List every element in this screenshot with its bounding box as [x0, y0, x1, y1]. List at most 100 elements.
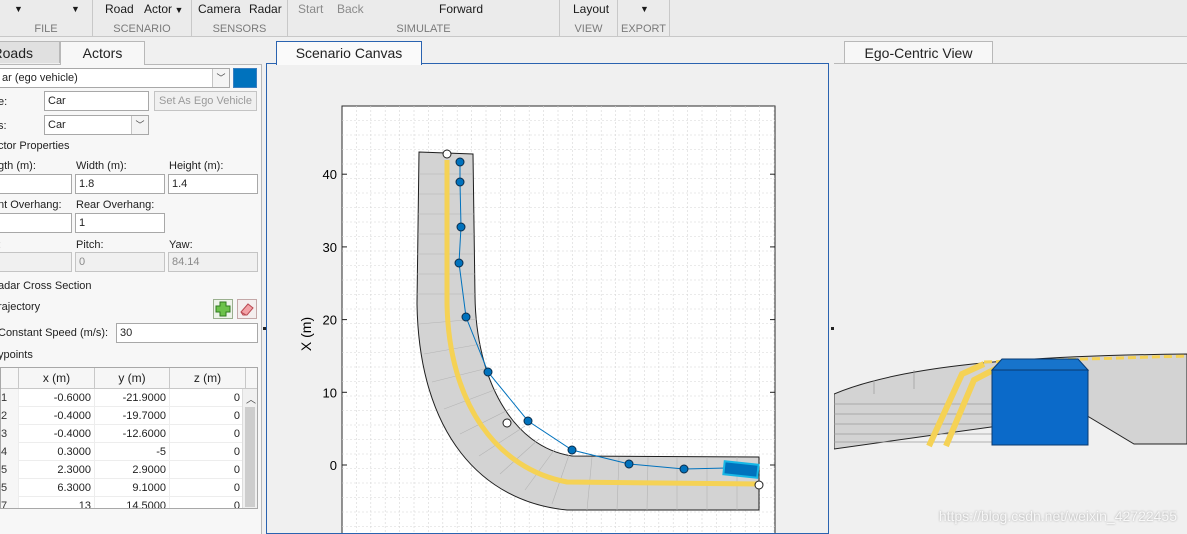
eraser-icon[interactable]: [237, 299, 257, 319]
y-cell[interactable]: -19.7000: [95, 407, 170, 425]
z-cell[interactable]: 0: [170, 497, 244, 508]
scrollbar-thumb[interactable]: [245, 407, 255, 507]
name-field[interactable]: Car: [44, 91, 149, 111]
z-cell[interactable]: 0: [170, 407, 244, 425]
table-row[interactable]: 1 -0.6000 -21.9000 0: [1, 389, 244, 407]
ego-view-scene[interactable]: [833, 64, 1187, 534]
waypoint-marker[interactable]: [567, 445, 577, 455]
file-section: ▼ ▼ FILE: [0, 0, 93, 37]
table-row[interactable]: 7 13 14.5000 0: [1, 497, 244, 508]
start-button[interactable]: Start: [298, 2, 323, 16]
ego-centric-view-panel: Ego-Centric View: [833, 37, 1187, 534]
z-cell[interactable]: 0: [170, 443, 244, 461]
add-waypoint-icon[interactable]: [213, 299, 233, 319]
add-road-button[interactable]: Road: [105, 2, 134, 16]
x-cell[interactable]: 6.3000: [19, 479, 95, 497]
x-column-header[interactable]: x (m): [19, 368, 95, 389]
actor-color-swatch[interactable]: [233, 68, 257, 88]
layout-button[interactable]: Layout: [573, 2, 609, 16]
tab-scenario-canvas[interactable]: Scenario Canvas: [276, 41, 422, 65]
constant-speed-field[interactable]: 30: [116, 323, 258, 343]
y-column-header[interactable]: y (m): [95, 368, 170, 389]
x-cell[interactable]: -0.4000: [19, 425, 95, 443]
y-tick-label: 20: [323, 313, 337, 328]
set-as-ego-vehicle-button[interactable]: Set As Ego Vehicle: [154, 91, 257, 111]
export-dropdown-caret-icon[interactable]: ▼: [640, 4, 649, 14]
add-actor-label: Actor: [144, 2, 173, 16]
table-row[interactable]: 5 2.3000 2.9000 0: [1, 461, 244, 479]
z-cell[interactable]: 0: [170, 479, 244, 497]
ego-vehicle-3d[interactable]: [991, 369, 1089, 446]
table-row[interactable]: 3 -0.4000 -12.6000 0: [1, 425, 244, 443]
waypoint-marker[interactable]: [455, 157, 465, 167]
waypoint-marker[interactable]: [461, 312, 471, 322]
table-row[interactable]: 2 -0.4000 -19.7000 0: [1, 407, 244, 425]
rear-overhang-label: Rear Overhang:: [76, 199, 155, 211]
waypoints-table[interactable]: x (m) y (m) z (m) 1 -0.6000 -21.9000 0 2 -0.4…: [0, 367, 258, 509]
simulate-section-label: SIMULATE: [396, 23, 451, 35]
waypoint-marker[interactable]: [455, 177, 465, 187]
waypoint-marker[interactable]: [679, 464, 689, 474]
x-cell[interactable]: -0.4000: [19, 407, 95, 425]
waypoint-marker[interactable]: [523, 416, 533, 426]
actor-select-value: ar (ego vehicle): [2, 72, 78, 84]
rear-overhang-field[interactable]: 1: [75, 213, 165, 233]
x-cell[interactable]: 13: [19, 497, 95, 508]
z-cell[interactable]: 0: [170, 389, 244, 407]
waypoints-table-scrollbar[interactable]: ︿: [242, 389, 257, 508]
ego-vehicle-roof: [990, 358, 1090, 371]
forward-button[interactable]: Forward: [439, 2, 483, 16]
z-cell[interactable]: 0: [170, 461, 244, 479]
add-camera-button[interactable]: Camera: [198, 2, 241, 16]
constant-speed-label: Constant Speed (m/s):: [0, 327, 109, 339]
y-cell[interactable]: 9.1000: [95, 479, 170, 497]
length-field[interactable]: [0, 174, 72, 194]
file-dropdown-caret-icon[interactable]: ▼: [14, 4, 23, 14]
z-cell[interactable]: 0: [170, 425, 244, 443]
z-column-header[interactable]: z (m): [170, 368, 246, 389]
file-dropdown-caret-icon-2[interactable]: ▼: [71, 4, 80, 14]
road-center-marker[interactable]: [502, 418, 512, 428]
pitch-field: 0: [75, 252, 165, 272]
scenario-section-label: SCENARIO: [113, 23, 171, 35]
x-cell[interactable]: 0.3000: [19, 443, 95, 461]
table-row[interactable]: 5 6.3000 9.1000 0: [1, 479, 244, 497]
actor-select[interactable]: ar (ego vehicle) ﹀: [0, 68, 230, 88]
road-center-marker[interactable]: [442, 149, 452, 159]
add-actor-button[interactable]: Actor ▼: [144, 2, 183, 16]
tab-roads[interactable]: Roads: [0, 41, 60, 63]
scenario-canvas[interactable]: 0 10 20 30 40 X (m): [267, 64, 828, 534]
ego-vehicle[interactable]: [722, 460, 760, 479]
waypoint-marker[interactable]: [454, 258, 464, 268]
x-cell[interactable]: -0.6000: [19, 389, 95, 407]
simulate-section: Start Back Forward SIMULATE: [288, 0, 560, 37]
front-overhang-field[interactable]: [0, 213, 72, 233]
y-cell[interactable]: 14.5000: [95, 497, 170, 508]
row-index-cell: 2: [1, 407, 19, 425]
height-field[interactable]: 1.4: [168, 174, 258, 194]
waypoint-marker[interactable]: [456, 222, 466, 232]
y-cell[interactable]: 2.9000: [95, 461, 170, 479]
chevron-down-icon: ▼: [172, 5, 184, 15]
y-cell[interactable]: -12.6000: [95, 425, 170, 443]
add-radar-button[interactable]: Radar: [249, 2, 282, 16]
y-cell[interactable]: -5: [95, 443, 170, 461]
tab-ego-centric-view[interactable]: Ego-Centric View: [844, 41, 993, 63]
class-select[interactable]: Car ﹀: [44, 115, 149, 135]
back-button[interactable]: Back: [337, 2, 364, 16]
waypoint-marker[interactable]: [624, 459, 634, 469]
chevron-up-icon[interactable]: ︿: [246, 391, 256, 406]
x-cell[interactable]: 2.3000: [19, 461, 95, 479]
width-field[interactable]: 1.8: [75, 174, 165, 194]
height-label: Height (m):: [169, 160, 224, 172]
trajectory-heading: rajectory: [0, 301, 41, 313]
actor-properties-heading: ctor Properties: [0, 140, 70, 152]
radar-cross-section-heading[interactable]: adar Cross Section: [0, 280, 92, 292]
y-cell[interactable]: -21.9000: [95, 389, 170, 407]
road-center-marker[interactable]: [754, 480, 764, 490]
y-tick-label: 10: [323, 385, 337, 400]
waypoint-marker[interactable]: [483, 367, 493, 377]
tab-actors[interactable]: Actors: [60, 41, 145, 65]
table-row[interactable]: 4 0.3000 -5 0: [1, 443, 244, 461]
actors-tab-body: ar (ego vehicle) ﹀ e: Car Set As Ego Veh…: [0, 64, 262, 534]
